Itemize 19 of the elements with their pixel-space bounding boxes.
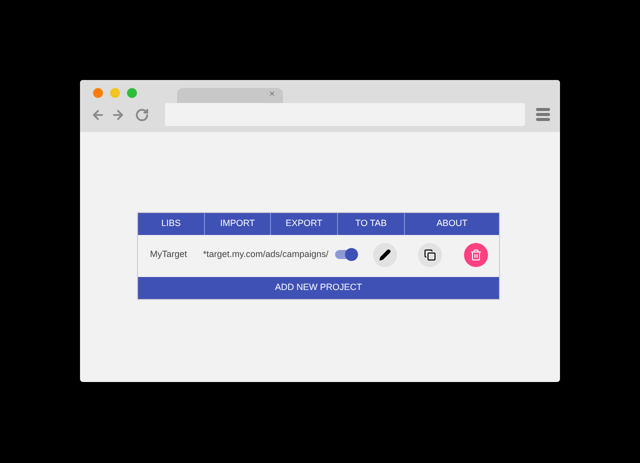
menu-tab[interactable]: IMPORT <box>205 213 271 235</box>
project-name: MyTarget <box>150 248 188 261</box>
delete-button[interactable] <box>464 242 488 266</box>
reload-icon[interactable] <box>135 108 149 122</box>
forward-icon[interactable] <box>111 108 125 122</box>
trash-icon <box>470 248 482 260</box>
menu-tab[interactable]: EXPORT <box>271 213 338 235</box>
menu-tab[interactable]: TO TAB <box>338 213 405 235</box>
add-project-button[interactable]: ADD NEW PROJECT <box>138 276 499 299</box>
pencil-icon <box>379 248 391 260</box>
menu-tab[interactable]: LIBS <box>138 213 205 235</box>
url-pattern: *target.my.com/ads/campaigns/ <box>203 248 330 261</box>
edit-button[interactable] <box>373 242 397 266</box>
menu-icon[interactable] <box>536 108 550 121</box>
enable-switch[interactable] <box>335 250 357 259</box>
copy-icon <box>424 248 436 260</box>
back-icon[interactable] <box>91 108 105 122</box>
menu-tab[interactable]: ABOUT <box>405 213 499 235</box>
copy-button[interactable] <box>418 242 442 266</box>
